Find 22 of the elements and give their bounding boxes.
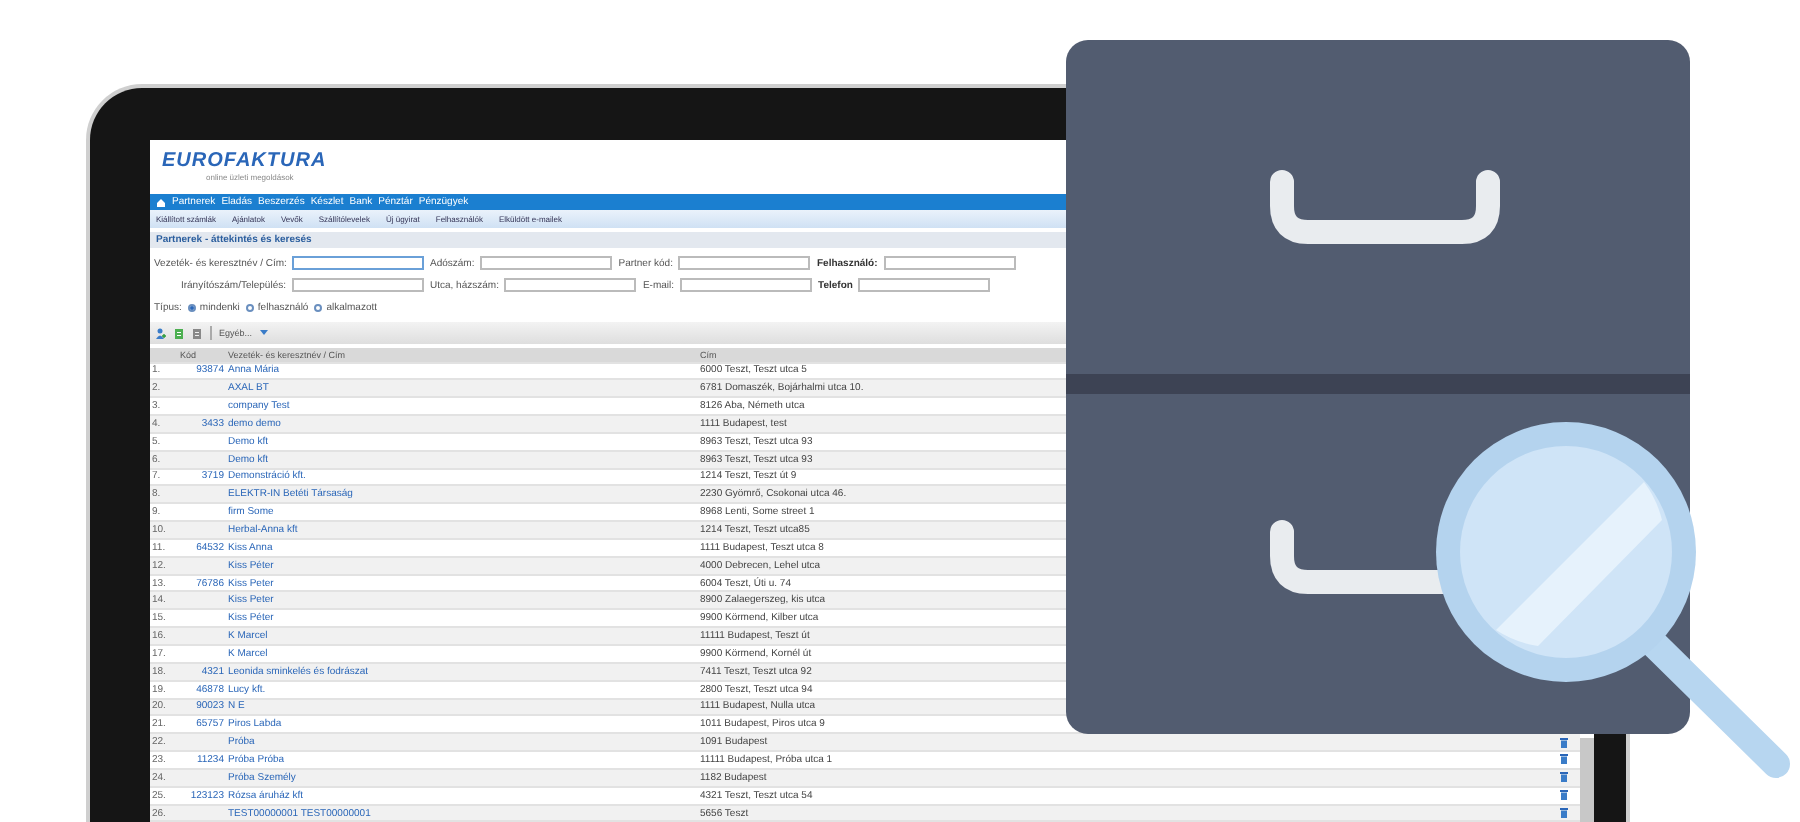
scrollbar[interactable] [1580, 738, 1594, 822]
input-field[interactable] [858, 278, 991, 292]
document-icon[interactable] [192, 327, 202, 339]
trash-icon[interactable] [1560, 754, 1568, 765]
input-field[interactable] [680, 278, 813, 292]
document-icon[interactable] [174, 327, 184, 339]
input-field[interactable] [480, 256, 613, 270]
add-person-icon[interactable] [156, 327, 166, 339]
radio-button[interactable] [187, 303, 196, 311]
trash-icon[interactable] [1560, 772, 1568, 783]
trash-icon[interactable] [1560, 737, 1568, 748]
radio-button[interactable] [314, 303, 323, 311]
caret-icon[interactable] [260, 330, 269, 336]
trash-icon[interactable] [1560, 790, 1568, 801]
input-field[interactable] [504, 278, 637, 292]
logo-text: EUROFAKTURA [162, 152, 329, 172]
input-field[interactable] [292, 256, 424, 270]
input-field[interactable] [678, 256, 811, 270]
input-field[interactable] [292, 278, 424, 292]
input-field[interactable] [883, 256, 1016, 270]
radio-button[interactable] [245, 303, 254, 311]
trash-icon[interactable] [1560, 808, 1568, 819]
